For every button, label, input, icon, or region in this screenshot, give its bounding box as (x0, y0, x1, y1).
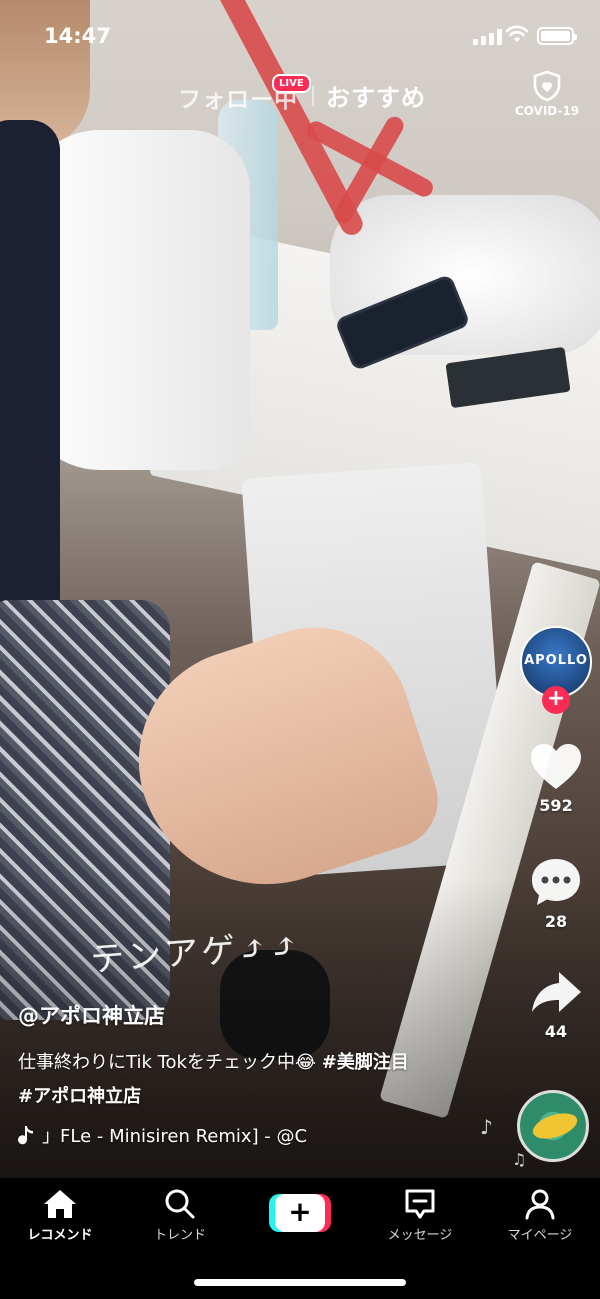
wifi-icon (505, 25, 529, 42)
nav-home[interactable]: レコメンド (10, 1188, 110, 1243)
shield-icon (533, 70, 561, 102)
like-count: 592 (539, 796, 573, 815)
heart-icon (531, 744, 581, 789)
nav-messages-label: メッセージ (387, 1228, 453, 1243)
battery-icon (537, 27, 577, 45)
live-badge[interactable]: LIVE (272, 74, 311, 93)
description-text: 仕事終わりにTik Tokをチェック中😂 (18, 1052, 322, 1073)
message-icon (405, 1189, 435, 1219)
nav-profile[interactable]: マイページ (490, 1188, 590, 1243)
cellular-signal-icon (473, 29, 502, 45)
video-description: 仕事終わりにTik Tokをチェック中😂 #美脚注目 #アポロ神立店 (18, 1046, 488, 1114)
hashtag[interactable]: #美脚注目 (322, 1052, 409, 1073)
music-note-icon (18, 1126, 33, 1145)
status-bar: 14:47 (0, 0, 600, 70)
like-button[interactable]: 592 (525, 742, 587, 815)
nav-trend-label: トレンド (153, 1228, 206, 1243)
home-icon (44, 1190, 76, 1218)
create-label: + (275, 1194, 325, 1232)
sound-disc[interactable] (517, 1090, 589, 1162)
sound-disc-art (529, 1108, 581, 1144)
covid-info-button[interactable]: COVID-19 (512, 70, 582, 118)
comment-icon (532, 859, 580, 905)
tab-recommended[interactable]: おすすめ (326, 78, 426, 113)
nav-messages[interactable]: メッセージ (370, 1188, 470, 1243)
status-time: 14:47 (44, 24, 111, 48)
share-button[interactable]: 44 (525, 968, 587, 1041)
person-icon (525, 1189, 555, 1220)
sound-name: 」FLe - Minisiren Remix] - @C (42, 1126, 308, 1147)
search-icon (165, 1189, 195, 1219)
nav-trend[interactable]: トレンド (130, 1188, 230, 1243)
covid-label: COVID-19 (514, 104, 580, 118)
create-button[interactable]: + (250, 1194, 350, 1232)
tab-divider (312, 86, 314, 106)
nav-home-label: レコメンド (27, 1228, 93, 1243)
share-icon (532, 972, 581, 1012)
hashtag[interactable]: #アポロ神立店 (18, 1086, 141, 1107)
share-count: 44 (544, 1022, 568, 1041)
avatar-text: APOLLO (524, 653, 588, 668)
follow-button[interactable]: + (542, 686, 570, 714)
comment-count: 28 (544, 912, 568, 931)
video-caption: @アポロ神立店 仕事終わりにTik Tokをチェック中😂 #美脚注目 #アポロ神… (18, 1000, 488, 1148)
home-indicator[interactable] (194, 1279, 406, 1286)
plus-icon: + (269, 1194, 331, 1232)
sound-ticker[interactable]: 」FLe - Minisiren Remix] - @C (18, 1122, 338, 1148)
creator-username[interactable]: @アポロ神立店 (18, 1000, 488, 1030)
feed-tabs: フォロー中 LIVE おすすめ (0, 74, 600, 124)
nav-profile-label: マイページ (507, 1228, 573, 1243)
comment-button[interactable]: 28 (525, 856, 587, 931)
